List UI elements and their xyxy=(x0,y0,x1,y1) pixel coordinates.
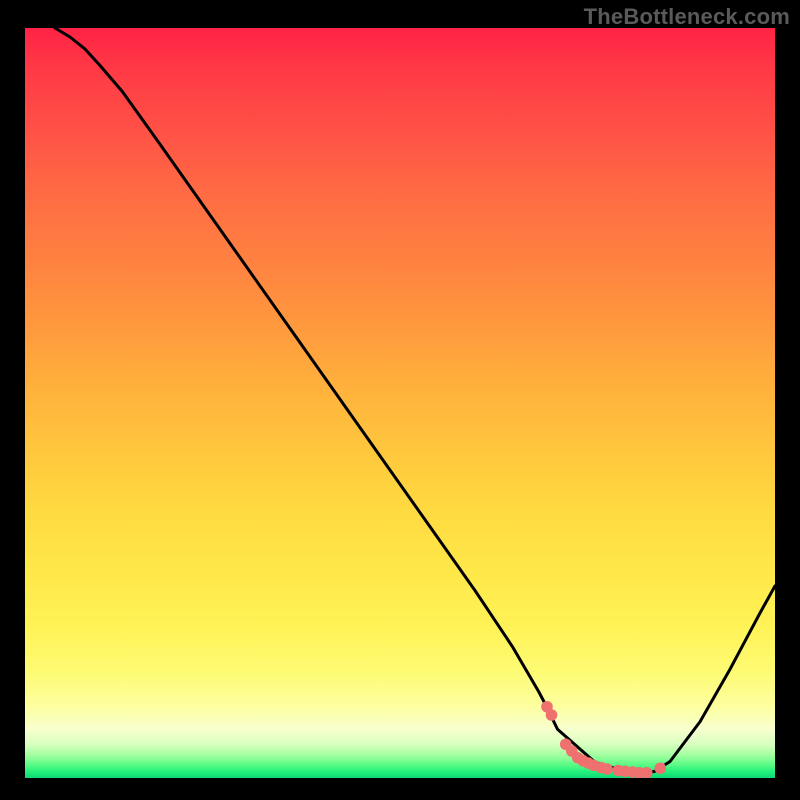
chart-svg xyxy=(25,28,775,778)
watermark-label: TheBottleneck.com xyxy=(584,4,790,30)
highlight-dots xyxy=(541,701,666,778)
plot-inner xyxy=(25,28,775,778)
plot-area xyxy=(25,28,775,778)
curve-line xyxy=(55,28,775,773)
chart-container: TheBottleneck.com xyxy=(0,0,800,800)
